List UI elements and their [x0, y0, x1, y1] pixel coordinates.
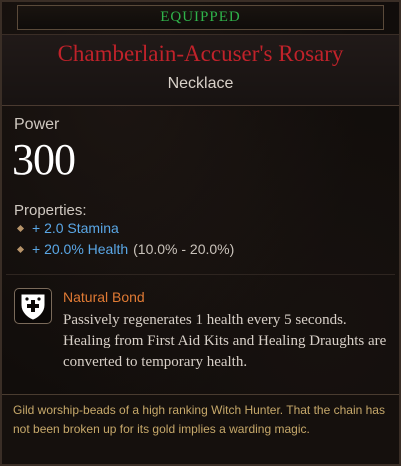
property-row: + 2.0 Stamina	[16, 220, 119, 236]
bullet-diamond-icon	[16, 245, 25, 253]
property-row: + 20.0% Health (10.0% - 20.0%)	[16, 241, 234, 257]
property-value: + 20.0% Health	[32, 241, 129, 257]
item-type: Necklace	[167, 75, 234, 92]
flavor-text: Gild worship-beads of a high ranking Wit…	[0, 394, 401, 466]
section-divider	[6, 274, 395, 275]
item-tooltip: EQUIPPED Chamberlain-Accuser's Rosary Ne…	[0, 0, 401, 466]
bullet-diamond-icon	[16, 224, 25, 232]
equipped-badge: EQUIPPED	[17, 5, 384, 30]
shield-plus-icon	[14, 288, 52, 324]
trait-description: Passively regenerates 1 health every 5 s…	[63, 312, 387, 370]
trait-name: Natural Bond	[63, 289, 145, 305]
item-header: Chamberlain-Accuser's Rosary Necklace	[0, 34, 401, 106]
power-label: Power	[14, 116, 60, 133]
equipped-label: EQUIPPED	[160, 9, 241, 25]
equipped-bar: EQUIPPED	[0, 0, 401, 34]
property-value: + 2.0 Stamina	[32, 220, 119, 236]
item-name: Chamberlain-Accuser's Rosary	[57, 41, 344, 66]
properties-label: Properties:	[14, 202, 87, 219]
property-range: (10.0% - 20.0%)	[133, 241, 235, 257]
power-value: 300	[12, 135, 76, 184]
